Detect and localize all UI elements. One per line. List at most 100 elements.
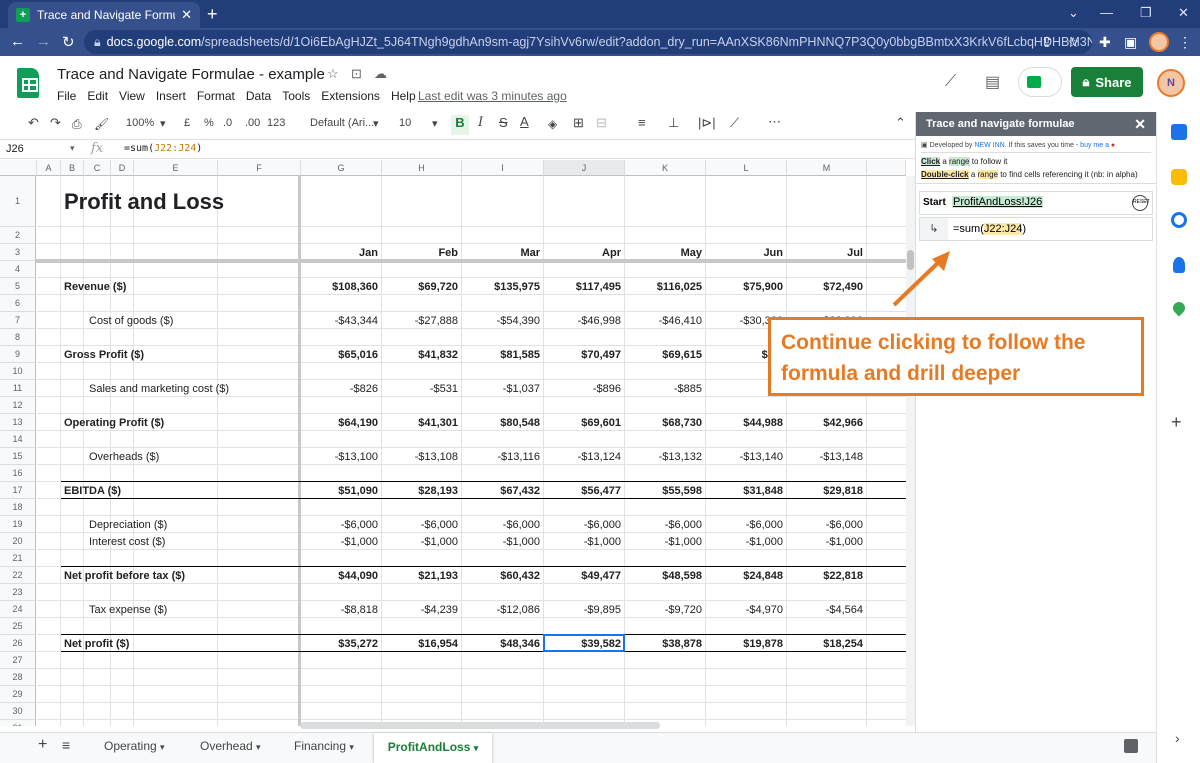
value-cell[interactable]: -$13,124: [544, 451, 621, 463]
fill-color-icon[interactable]: ◈: [548, 117, 557, 131]
value-cell[interactable]: $65,016: [301, 349, 378, 361]
new-tab-icon[interactable]: +: [207, 4, 218, 25]
meet-button[interactable]: [1018, 67, 1062, 97]
value-cell[interactable]: -$6,000: [544, 519, 621, 531]
value-cell[interactable]: $67,432: [462, 485, 540, 497]
value-cell[interactable]: -$13,100: [301, 451, 378, 463]
value-cell[interactable]: $56,477: [544, 485, 621, 497]
row-header[interactable]: 20: [0, 533, 36, 550]
value-cell[interactable]: $60,432: [462, 570, 540, 582]
bold-button[interactable]: B: [451, 115, 469, 135]
row-header[interactable]: 24: [0, 601, 36, 618]
value-cell[interactable]: $135,975: [462, 281, 540, 293]
contacts-icon[interactable]: [1173, 257, 1185, 273]
column-header[interactable]: M: [787, 160, 867, 176]
line-item-label[interactable]: Interest cost ($): [89, 536, 165, 548]
value-cell[interactable]: -$9,895: [544, 604, 621, 616]
value-cell[interactable]: $68,730: [625, 417, 702, 429]
value-cell[interactable]: -$8,818: [301, 604, 378, 616]
font-size-input[interactable]: 10: [399, 117, 411, 129]
row-header[interactable]: 25: [0, 618, 36, 635]
more-formats-select[interactable]: 123: [267, 117, 285, 129]
column-header[interactable]: A: [37, 160, 61, 176]
select-all-corner[interactable]: [0, 160, 37, 176]
value-cell[interactable]: -$13,148: [787, 451, 863, 463]
row-header[interactable]: 3: [0, 244, 36, 261]
value-cell[interactable]: $55,598: [625, 485, 702, 497]
vertical-align-icon[interactable]: ⊥: [668, 115, 679, 131]
value-cell[interactable]: $117,495: [544, 281, 621, 293]
borders-icon[interactable]: ⊞: [573, 115, 584, 131]
zoom-select[interactable]: 100%: [126, 117, 154, 129]
value-cell[interactable]: $24,848: [706, 570, 783, 582]
line-item-label[interactable]: Operating Profit ($): [64, 417, 164, 429]
buy-me-link[interactable]: buy me a: [1080, 142, 1109, 149]
step-range-link[interactable]: J22:J24: [983, 223, 1023, 235]
minimize-icon[interactable]: —: [1100, 5, 1113, 20]
line-item-label[interactable]: Revenue ($): [64, 281, 126, 293]
sheet-tab-overhead[interactable]: Overhead ▾: [200, 739, 261, 753]
value-cell[interactable]: -$46,410: [625, 315, 702, 327]
month-header[interactable]: May: [625, 247, 702, 259]
row-header[interactable]: 30: [0, 703, 36, 720]
row-header[interactable]: 13: [0, 414, 36, 431]
document-title[interactable]: Trace and Navigate Formulae - example: [57, 66, 325, 83]
reset-icon[interactable]: RESET: [1132, 195, 1150, 211]
close-icon[interactable]: ✕: [1134, 116, 1146, 133]
percent-format-button[interactable]: %: [204, 117, 214, 129]
column-header[interactable]: B: [61, 160, 84, 176]
value-cell[interactable]: $29,818: [787, 485, 863, 497]
row-header[interactable]: 14: [0, 431, 36, 448]
value-cell[interactable]: $69,615: [625, 349, 702, 361]
value-cell[interactable]: -$13,108: [382, 451, 458, 463]
row-header[interactable]: 16: [0, 465, 36, 482]
add-sheet-icon[interactable]: +: [38, 736, 47, 754]
tasks-icon[interactable]: [1171, 212, 1187, 228]
value-cell[interactable]: -$6,000: [462, 519, 540, 531]
value-cell[interactable]: $69,720: [382, 281, 458, 293]
tab-search-icon[interactable]: ⌄: [1068, 5, 1079, 21]
value-cell[interactable]: -$6,000: [625, 519, 702, 531]
value-cell[interactable]: $64,190: [301, 417, 378, 429]
row-header[interactable]: 15: [0, 448, 36, 465]
font-select[interactable]: Default (Ari...: [310, 117, 374, 129]
row-header[interactable]: 22: [0, 567, 36, 584]
more-options-icon[interactable]: ⋯: [768, 114, 781, 130]
value-cell[interactable]: -$1,000: [787, 536, 863, 548]
month-header[interactable]: Jul: [787, 247, 863, 259]
step-formula[interactable]: =sum(J22:J24): [953, 223, 1026, 235]
value-cell[interactable]: $72,490: [787, 281, 863, 293]
start-range-link[interactable]: ProfitAndLoss!J26: [952, 196, 1044, 208]
value-cell[interactable]: $70,497: [544, 349, 621, 361]
value-cell[interactable]: -$6,000: [382, 519, 458, 531]
sheets-logo-icon[interactable]: [17, 68, 39, 98]
value-cell[interactable]: -$1,000: [382, 536, 458, 548]
value-cell[interactable]: -$1,000: [706, 536, 783, 548]
menu-data[interactable]: Data: [246, 89, 271, 103]
keep-icon[interactable]: [1171, 169, 1187, 185]
value-cell[interactable]: -$13,132: [625, 451, 702, 463]
value-cell[interactable]: -$885: [625, 383, 702, 395]
value-cell[interactable]: -$46,998: [544, 315, 621, 327]
cloud-status-icon[interactable]: ☁: [374, 66, 387, 82]
row-header[interactable]: 29: [0, 686, 36, 703]
selected-cell[interactable]: [543, 634, 625, 652]
value-cell[interactable]: -$27,888: [382, 315, 458, 327]
menu-insert[interactable]: Insert: [156, 89, 186, 103]
value-cell[interactable]: $22,818: [787, 570, 863, 582]
row-header[interactable]: 19: [0, 516, 36, 533]
row-header[interactable]: 5: [0, 278, 36, 295]
value-cell[interactable]: $80,548: [462, 417, 540, 429]
column-header[interactable]: G: [301, 160, 382, 176]
formula-input[interactable]: =sum(J22:J24): [124, 143, 202, 154]
value-cell[interactable]: $48,346: [462, 638, 540, 650]
line-item-label[interactable]: Depreciation ($): [89, 519, 167, 531]
row-header[interactable]: 17: [0, 482, 36, 499]
value-cell[interactable]: -$4,239: [382, 604, 458, 616]
row-header[interactable]: 10: [0, 363, 36, 380]
decrease-decimal-button[interactable]: .0: [223, 117, 232, 129]
row-header[interactable]: 27: [0, 652, 36, 669]
value-cell[interactable]: $44,988: [706, 417, 783, 429]
row-header[interactable]: 28: [0, 669, 36, 686]
value-cell[interactable]: $35,272: [301, 638, 378, 650]
